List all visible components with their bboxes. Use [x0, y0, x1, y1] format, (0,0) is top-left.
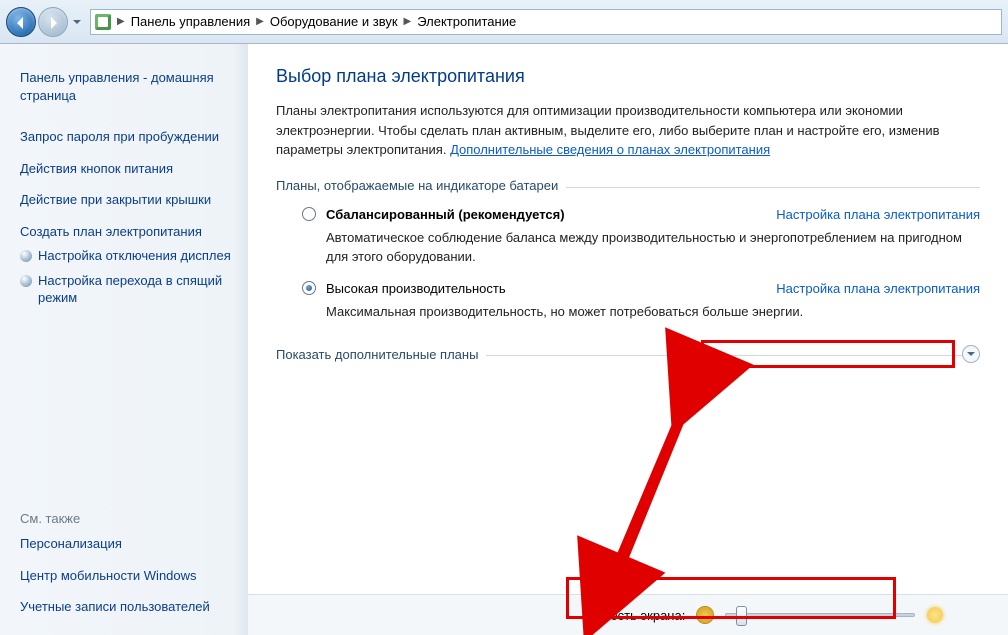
- sidebar-item-create-plan[interactable]: Создать план электропитания: [20, 216, 236, 248]
- see-also-mobility-center[interactable]: Центр мобильности Windows: [20, 560, 236, 592]
- plan-balanced-desc: Автоматическое соблюдение баланса между …: [326, 228, 980, 267]
- expand-plans-button[interactable]: [962, 345, 980, 363]
- plan-high-performance: Высокая производительность Настройка пла…: [302, 281, 980, 322]
- window-address-bar: ▶ Панель управления ▶ Оборудование и зву…: [0, 0, 1008, 44]
- content-area: Выбор плана электропитания Планы электро…: [248, 44, 1008, 635]
- nav-back-button[interactable]: [6, 7, 36, 37]
- breadcrumb-root[interactable]: Панель управления: [131, 14, 250, 29]
- breadcrumb-level2[interactable]: Электропитание: [417, 14, 516, 29]
- brightness-high-icon: [927, 607, 943, 623]
- sidebar-item-sleep[interactable]: Настройка перехода в спящий режим: [38, 272, 236, 314]
- show-more-plans-row: Показать дополнительные планы: [276, 345, 980, 363]
- see-also-header: См. также: [20, 505, 236, 528]
- control-panel-icon: [95, 14, 111, 30]
- radio-balanced[interactable]: [302, 207, 316, 221]
- plan-balanced-settings-link[interactable]: Настройка плана электропитания: [776, 207, 980, 222]
- sidebar-item-wake-password[interactable]: Запрос пароля при пробуждении: [20, 121, 236, 153]
- plans-group-label: Планы, отображаемые на индикаторе батаре…: [276, 178, 566, 193]
- plans-group: Планы, отображаемые на индикаторе батаре…: [276, 178, 980, 322]
- see-also-user-accounts[interactable]: Учетные записи пользователей: [20, 591, 236, 623]
- brightness-slider[interactable]: [725, 613, 915, 617]
- sidebar-item-power-buttons[interactable]: Действия кнопок питания: [20, 153, 236, 185]
- sidebar: Панель управления - домашняя страница За…: [0, 44, 248, 635]
- bullet-icon: [20, 250, 32, 262]
- plan-balanced: Сбалансированный (рекомендуется) Настрой…: [302, 207, 980, 267]
- brightness-bar: Яркость экрана:: [248, 594, 1008, 635]
- brightness-low-icon: [697, 607, 713, 623]
- breadcrumb[interactable]: ▶ Панель управления ▶ Оборудование и зву…: [90, 9, 1002, 35]
- plan-high-performance-desc: Максимальная производительность, но може…: [326, 302, 980, 322]
- show-more-plans-label: Показать дополнительные планы: [276, 347, 486, 362]
- chevron-right-icon: ▶: [256, 16, 264, 27]
- learn-more-link[interactable]: Дополнительные сведения о планах электро…: [450, 142, 770, 157]
- chevron-right-icon: ▶: [404, 16, 412, 27]
- plan-balanced-name: Сбалансированный (рекомендуется): [326, 207, 565, 222]
- radio-high-performance[interactable]: [302, 281, 316, 295]
- sidebar-home-link[interactable]: Панель управления - домашняя страница: [20, 62, 236, 111]
- page-title: Выбор плана электропитания: [276, 66, 980, 87]
- see-also-personalization[interactable]: Персонализация: [20, 528, 236, 560]
- chevron-right-icon: ▶: [117, 16, 125, 27]
- page-description: Планы электропитания используются для оп…: [276, 101, 980, 160]
- sidebar-item-lid-action[interactable]: Действие при закрытии крышки: [20, 184, 236, 216]
- nav-forward-button[interactable]: [38, 7, 68, 37]
- plan-high-performance-settings-link[interactable]: Настройка плана электропитания: [776, 281, 980, 296]
- brightness-slider-thumb[interactable]: [736, 606, 747, 626]
- nav-history-dropdown[interactable]: [70, 7, 84, 37]
- breadcrumb-level1[interactable]: Оборудование и звук: [270, 14, 398, 29]
- sidebar-item-display-off[interactable]: Настройка отключения дисплея: [38, 247, 231, 272]
- plan-high-performance-name: Высокая производительность: [326, 281, 506, 296]
- brightness-label: Яркость экрана:: [588, 608, 685, 623]
- bullet-icon: [20, 275, 32, 287]
